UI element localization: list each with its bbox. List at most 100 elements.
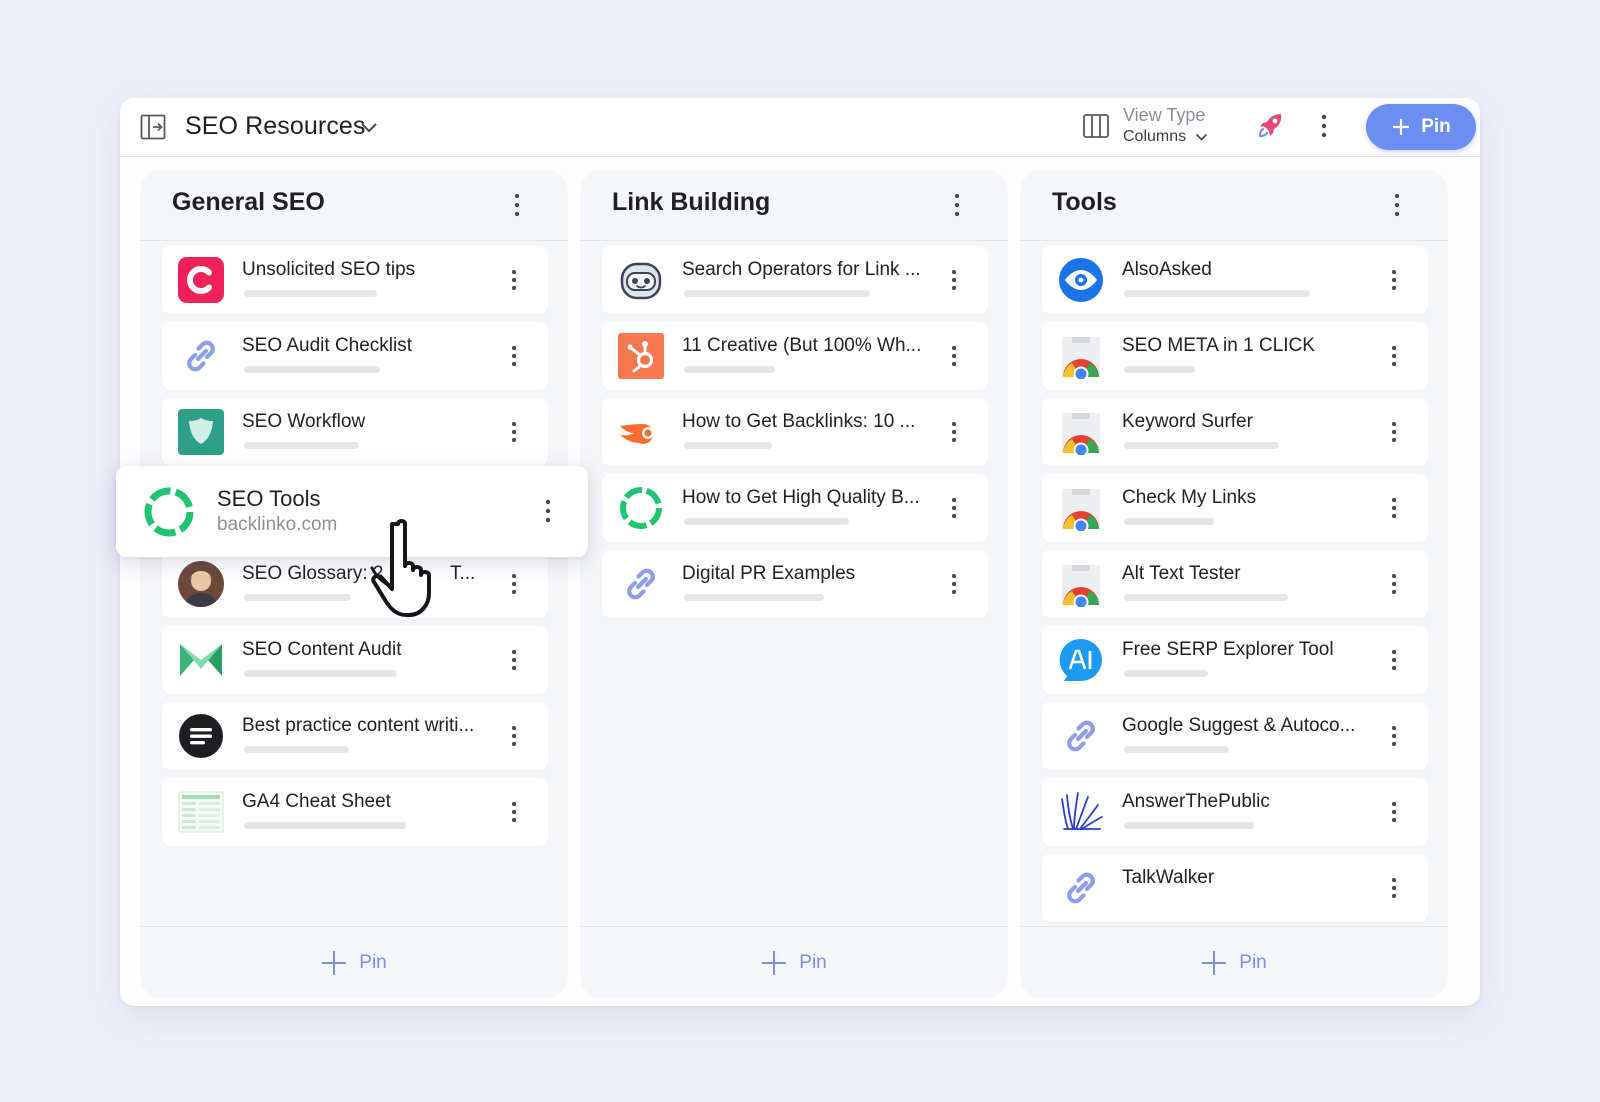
- more-options-icon[interactable]: [950, 572, 958, 596]
- pin-card[interactable]: Google Suggest & Autoco...: [1042, 702, 1428, 770]
- rocket-icon[interactable]: [1254, 110, 1286, 142]
- pin-title: Free SERP Explorer Tool: [1122, 639, 1334, 660]
- more-options-icon[interactable]: [510, 572, 518, 596]
- eye-logo-icon: [1059, 258, 1103, 302]
- plus-icon: [1202, 950, 1227, 975]
- more-options-icon[interactable]: [544, 498, 552, 524]
- shield-app-icon: [178, 409, 224, 455]
- more-options-icon[interactable]: [510, 268, 518, 292]
- pin-progress-bar: [1124, 442, 1279, 449]
- pin-card[interactable]: Best practice content writi...: [162, 702, 548, 770]
- hubspot-icon: [618, 333, 664, 379]
- add-pin-button[interactable]: Pin: [1366, 104, 1476, 150]
- pin-card[interactable]: Keyword Surfer: [1042, 398, 1428, 466]
- more-options-icon[interactable]: [512, 192, 522, 218]
- add-pin-footer-button[interactable]: Pin: [140, 926, 568, 998]
- column-title[interactable]: Link Building: [612, 188, 770, 217]
- pin-card[interactable]: How to Get Backlinks: 10 ...: [602, 398, 988, 466]
- ai-chat-icon: [1059, 638, 1102, 681]
- chevron-down-icon[interactable]: [1195, 132, 1208, 142]
- pin-progress-bar: [244, 594, 351, 601]
- robot-icon: [620, 262, 662, 300]
- pin-progress-bar: [684, 442, 772, 449]
- column-title[interactable]: Tools: [1052, 188, 1117, 217]
- pin-card[interactable]: Search Operators for Link ...: [602, 246, 988, 314]
- link-icon: [1067, 720, 1095, 752]
- pin-card[interactable]: SEO Workflow: [162, 398, 548, 466]
- pin-card[interactable]: GA4 Cheat Sheet: [162, 778, 548, 846]
- chevron-down-icon[interactable]: [360, 120, 378, 134]
- pin-title: SEO META in 1 CLICK: [1122, 335, 1315, 356]
- more-options-icon[interactable]: [510, 420, 518, 444]
- more-options-icon[interactable]: [510, 344, 518, 368]
- column-header: Link Building: [580, 170, 1008, 241]
- column-header: General SEO: [140, 170, 568, 241]
- pin-title: SEO Glossary: 2: [242, 563, 384, 584]
- pin-card[interactable]: Digital PR Examples: [602, 550, 988, 618]
- pin-progress-bar: [684, 594, 824, 601]
- pin-card[interactable]: Unsolicited SEO tips: [162, 246, 548, 314]
- add-pin-label: Pin: [1421, 116, 1451, 137]
- pin-progress-bar: [1124, 518, 1214, 525]
- link-icon: [1067, 872, 1095, 904]
- more-options-icon[interactable]: [1390, 420, 1398, 444]
- pin-progress-bar: [1124, 670, 1208, 677]
- view-type-label: View Type: [1123, 105, 1206, 125]
- pin-card[interactable]: TalkWalker: [1042, 854, 1428, 922]
- more-options-icon[interactable]: [1392, 192, 1402, 218]
- add-pin-label: Pin: [359, 951, 387, 973]
- add-pin-label: Pin: [799, 951, 827, 973]
- dragged-pin-card[interactable]: SEO Tools backlinko.com: [116, 466, 588, 557]
- pin-card[interactable]: AlsoAsked: [1042, 246, 1428, 314]
- column-header: Tools: [1020, 170, 1448, 241]
- view-type-value[interactable]: Columns: [1123, 128, 1186, 146]
- more-options-icon[interactable]: [1390, 572, 1398, 596]
- more-options-icon[interactable]: [1390, 724, 1398, 748]
- more-options-icon[interactable]: [1390, 876, 1398, 900]
- pin-title: AlsoAsked: [1122, 259, 1212, 280]
- pin-title: How to Get Backlinks: 10 ...: [682, 411, 916, 432]
- link-icon: [187, 340, 215, 372]
- sidebar-toggle-icon[interactable]: [140, 114, 166, 140]
- pin-card[interactable]: 11 Creative (But 100% Wh...: [602, 322, 988, 390]
- pin-card[interactable]: Check My Links: [1042, 474, 1428, 542]
- more-options-icon[interactable]: [510, 724, 518, 748]
- board-title[interactable]: SEO Resources: [185, 112, 366, 141]
- more-options-icon[interactable]: [950, 420, 958, 444]
- spreadsheet-thumbnail-icon: [178, 791, 224, 833]
- backlinko-ring-icon: [620, 487, 662, 529]
- pin-progress-bar: [1124, 746, 1229, 753]
- more-options-icon[interactable]: [1390, 496, 1398, 520]
- more-options-icon[interactable]: [952, 192, 962, 218]
- more-options-icon[interactable]: [1390, 648, 1398, 672]
- more-options-icon[interactable]: [510, 648, 518, 672]
- pin-title: Alt Text Tester: [1122, 563, 1241, 584]
- plus-icon: [762, 950, 787, 975]
- semrush-icon: [620, 423, 654, 444]
- pin-card[interactable]: AnswerThePublic: [1042, 778, 1428, 846]
- chrome-extension-icon: [1062, 489, 1100, 531]
- pin-card[interactable]: Alt Text Tester: [1042, 550, 1428, 618]
- pin-card[interactable]: SEO Audit Checklist: [162, 322, 548, 390]
- more-options-icon[interactable]: [1390, 344, 1398, 368]
- pin-title: GA4 Cheat Sheet: [242, 791, 391, 812]
- pin-title: SEO Tools: [217, 486, 321, 511]
- add-pin-footer-button[interactable]: Pin: [580, 926, 1008, 998]
- more-options-icon[interactable]: [1390, 268, 1398, 292]
- pin-card[interactable]: Free SERP Explorer Tool: [1042, 626, 1428, 694]
- more-options-icon[interactable]: [1318, 112, 1330, 140]
- more-options-icon[interactable]: [510, 800, 518, 824]
- add-pin-footer-button[interactable]: Pin: [1020, 926, 1448, 998]
- pin-card[interactable]: How to Get High Quality B...: [602, 474, 988, 542]
- more-options-icon[interactable]: [950, 496, 958, 520]
- board-header: SEO Resources View Type Columns Pin: [120, 98, 1480, 157]
- column-title[interactable]: General SEO: [172, 188, 325, 217]
- pin-card[interactable]: SEO Glossary: 2 T...: [162, 550, 548, 618]
- columns-view-icon[interactable]: [1082, 112, 1110, 140]
- pin-card[interactable]: SEO Content Audit: [162, 626, 548, 694]
- more-options-icon[interactable]: [950, 268, 958, 292]
- more-options-icon[interactable]: [1390, 800, 1398, 824]
- more-options-icon[interactable]: [950, 344, 958, 368]
- pin-card[interactable]: SEO META in 1 CLICK: [1042, 322, 1428, 390]
- pin-progress-bar: [1124, 594, 1288, 601]
